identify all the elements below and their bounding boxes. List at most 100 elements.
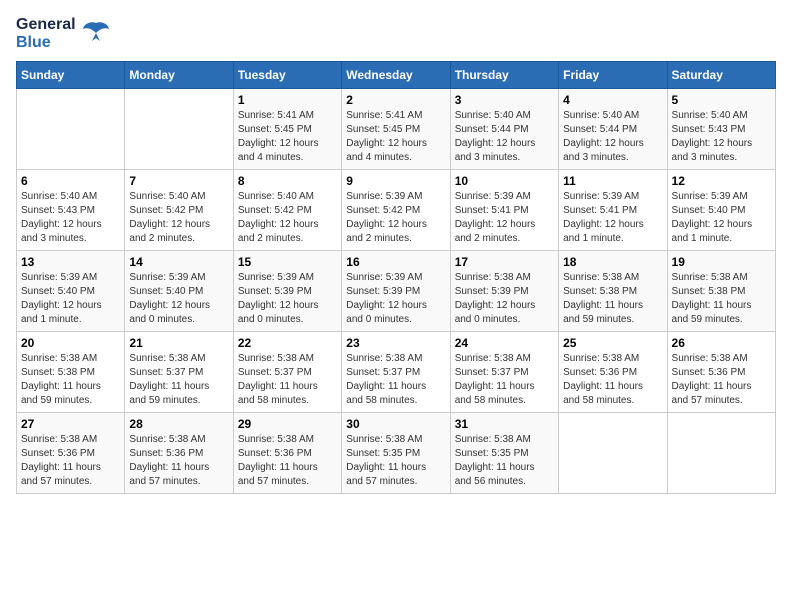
day-info: Sunrise: 5:38 AM Sunset: 5:36 PM Dayligh… xyxy=(21,433,120,489)
day-info: Sunrise: 5:38 AM Sunset: 5:36 PM Dayligh… xyxy=(672,352,771,408)
day-number: 4 xyxy=(563,93,662,107)
day-number: 31 xyxy=(455,417,554,431)
day-number: 27 xyxy=(21,417,120,431)
day-info: Sunrise: 5:39 AM Sunset: 5:42 PM Dayligh… xyxy=(346,190,445,246)
day-number: 10 xyxy=(455,174,554,188)
calendar-cell: 2 Sunrise: 5:41 AM Sunset: 5:45 PM Daylig… xyxy=(342,89,450,170)
day-info: Sunrise: 5:41 AM Sunset: 5:45 PM Dayligh… xyxy=(346,109,445,165)
calendar-cell: 21 Sunrise: 5:38 AM Sunset: 5:37 PM Dayli… xyxy=(125,332,233,413)
day-info: Sunrise: 5:40 AM Sunset: 5:43 PM Dayligh… xyxy=(21,190,120,246)
calendar-cell: 6 Sunrise: 5:40 AM Sunset: 5:43 PM Daylig… xyxy=(17,170,125,251)
calendar-cell: 16 Sunrise: 5:39 AM Sunset: 5:39 PM Dayli… xyxy=(342,251,450,332)
calendar-cell: 4 Sunrise: 5:40 AM Sunset: 5:44 PM Daylig… xyxy=(559,89,667,170)
day-number: 24 xyxy=(455,336,554,350)
calendar-cell xyxy=(667,413,775,494)
day-number: 23 xyxy=(346,336,445,350)
calendar-cell: 27 Sunrise: 5:38 AM Sunset: 5:36 PM Dayli… xyxy=(17,413,125,494)
calendar-cell: 26 Sunrise: 5:38 AM Sunset: 5:36 PM Dayli… xyxy=(667,332,775,413)
day-number: 16 xyxy=(346,255,445,269)
calendar-cell xyxy=(559,413,667,494)
day-info: Sunrise: 5:39 AM Sunset: 5:40 PM Dayligh… xyxy=(672,190,771,246)
day-number: 26 xyxy=(672,336,771,350)
day-number: 1 xyxy=(238,93,337,107)
logo-line2: Blue xyxy=(16,34,76,52)
day-number: 12 xyxy=(672,174,771,188)
calendar-cell: 9 Sunrise: 5:39 AM Sunset: 5:42 PM Daylig… xyxy=(342,170,450,251)
day-info: Sunrise: 5:40 AM Sunset: 5:44 PM Dayligh… xyxy=(563,109,662,165)
calendar-cell: 15Sunrise: 5:39 AM Sunset: 5:39 PM Dayli… xyxy=(233,251,341,332)
day-info: Sunrise: 5:38 AM Sunset: 5:37 PM Dayligh… xyxy=(455,352,554,408)
calendar-cell: 17 Sunrise: 5:38 AM Sunset: 5:39 PM Dayli… xyxy=(450,251,558,332)
day-number: 20 xyxy=(21,336,120,350)
calendar-cell: 7 Sunrise: 5:40 AM Sunset: 5:42 PM Daylig… xyxy=(125,170,233,251)
calendar-cell: 20 Sunrise: 5:38 AM Sunset: 5:38 PM Dayli… xyxy=(17,332,125,413)
calendar-cell: 14Sunrise: 5:39 AM Sunset: 5:40 PM Dayli… xyxy=(125,251,233,332)
col-header-monday: Monday xyxy=(125,62,233,89)
calendar-cell xyxy=(17,89,125,170)
calendar-cell: 3Sunrise: 5:40 AM Sunset: 5:44 PM Daylig… xyxy=(450,89,558,170)
day-info: Sunrise: 5:38 AM Sunset: 5:37 PM Dayligh… xyxy=(238,352,337,408)
day-info: Sunrise: 5:39 AM Sunset: 5:41 PM Dayligh… xyxy=(563,190,662,246)
logo: General Blue xyxy=(16,16,110,51)
col-header-wednesday: Wednesday xyxy=(342,62,450,89)
day-info: Sunrise: 5:40 AM Sunset: 5:44 PM Dayligh… xyxy=(455,109,554,165)
day-number: 29 xyxy=(238,417,337,431)
day-info: Sunrise: 5:38 AM Sunset: 5:37 PM Dayligh… xyxy=(346,352,445,408)
day-info: Sunrise: 5:38 AM Sunset: 5:36 PM Dayligh… xyxy=(129,433,228,489)
calendar-cell: 12 Sunrise: 5:39 AM Sunset: 5:40 PM Dayli… xyxy=(667,170,775,251)
col-header-friday: Friday xyxy=(559,62,667,89)
day-info: Sunrise: 5:40 AM Sunset: 5:43 PM Dayligh… xyxy=(672,109,771,165)
calendar-cell: 25 Sunrise: 5:38 AM Sunset: 5:36 PM Dayli… xyxy=(559,332,667,413)
logo-bird-icon xyxy=(82,21,110,43)
col-header-thursday: Thursday xyxy=(450,62,558,89)
day-number: 11 xyxy=(563,174,662,188)
calendar-cell: 31 Sunrise: 5:38 AM Sunset: 5:35 PM Dayli… xyxy=(450,413,558,494)
day-number: 22 xyxy=(238,336,337,350)
calendar-cell: 30 Sunrise: 5:38 AM Sunset: 5:35 PM Dayli… xyxy=(342,413,450,494)
day-number: 18 xyxy=(563,255,662,269)
day-info: Sunrise: 5:38 AM Sunset: 5:38 PM Dayligh… xyxy=(21,352,120,408)
calendar-cell: 29Sunrise: 5:38 AM Sunset: 5:36 PM Dayli… xyxy=(233,413,341,494)
calendar-cell: 11 Sunrise: 5:39 AM Sunset: 5:41 PM Dayli… xyxy=(559,170,667,251)
day-info: Sunrise: 5:38 AM Sunset: 5:38 PM Dayligh… xyxy=(563,271,662,327)
calendar-cell: 19 Sunrise: 5:38 AM Sunset: 5:38 PM Dayli… xyxy=(667,251,775,332)
day-info: Sunrise: 5:38 AM Sunset: 5:38 PM Dayligh… xyxy=(672,271,771,327)
calendar-cell: 28 Sunrise: 5:38 AM Sunset: 5:36 PM Dayli… xyxy=(125,413,233,494)
day-number: 2 xyxy=(346,93,445,107)
day-number: 5 xyxy=(672,93,771,107)
col-header-tuesday: Tuesday xyxy=(233,62,341,89)
day-number: 30 xyxy=(346,417,445,431)
day-number: 9 xyxy=(346,174,445,188)
calendar-cell: 13Sunrise: 5:39 AM Sunset: 5:40 PM Dayli… xyxy=(17,251,125,332)
calendar-cell: 22 Sunrise: 5:38 AM Sunset: 5:37 PM Dayli… xyxy=(233,332,341,413)
day-info: Sunrise: 5:40 AM Sunset: 5:42 PM Dayligh… xyxy=(238,190,337,246)
day-info: Sunrise: 5:38 AM Sunset: 5:35 PM Dayligh… xyxy=(455,433,554,489)
day-number: 6 xyxy=(21,174,120,188)
day-info: Sunrise: 5:41 AM Sunset: 5:45 PM Dayligh… xyxy=(238,109,337,165)
calendar-cell: 18 Sunrise: 5:38 AM Sunset: 5:38 PM Dayli… xyxy=(559,251,667,332)
day-info: Sunrise: 5:39 AM Sunset: 5:39 PM Dayligh… xyxy=(346,271,445,327)
day-number: 25 xyxy=(563,336,662,350)
calendar-table: SundayMondayTuesdayWednesdayThursdayFrid… xyxy=(16,61,776,494)
day-info: Sunrise: 5:38 AM Sunset: 5:35 PM Dayligh… xyxy=(346,433,445,489)
calendar-cell xyxy=(125,89,233,170)
day-number: 21 xyxy=(129,336,228,350)
col-header-sunday: Sunday xyxy=(17,62,125,89)
calendar-cell: 10Sunrise: 5:39 AM Sunset: 5:41 PM Dayli… xyxy=(450,170,558,251)
day-number: 17 xyxy=(455,255,554,269)
day-info: Sunrise: 5:39 AM Sunset: 5:39 PM Dayligh… xyxy=(238,271,337,327)
day-number: 19 xyxy=(672,255,771,269)
day-info: Sunrise: 5:40 AM Sunset: 5:42 PM Dayligh… xyxy=(129,190,228,246)
day-number: 28 xyxy=(129,417,228,431)
day-info: Sunrise: 5:39 AM Sunset: 5:40 PM Dayligh… xyxy=(21,271,120,327)
day-info: Sunrise: 5:38 AM Sunset: 5:36 PM Dayligh… xyxy=(563,352,662,408)
day-number: 8 xyxy=(238,174,337,188)
day-info: Sunrise: 5:39 AM Sunset: 5:40 PM Dayligh… xyxy=(129,271,228,327)
day-number: 7 xyxy=(129,174,228,188)
calendar-cell: 24 Sunrise: 5:38 AM Sunset: 5:37 PM Dayli… xyxy=(450,332,558,413)
calendar-cell: 5 Sunrise: 5:40 AM Sunset: 5:43 PM Daylig… xyxy=(667,89,775,170)
logo-line1: General xyxy=(16,16,76,34)
day-info: Sunrise: 5:38 AM Sunset: 5:39 PM Dayligh… xyxy=(455,271,554,327)
col-header-saturday: Saturday xyxy=(667,62,775,89)
day-info: Sunrise: 5:38 AM Sunset: 5:37 PM Dayligh… xyxy=(129,352,228,408)
